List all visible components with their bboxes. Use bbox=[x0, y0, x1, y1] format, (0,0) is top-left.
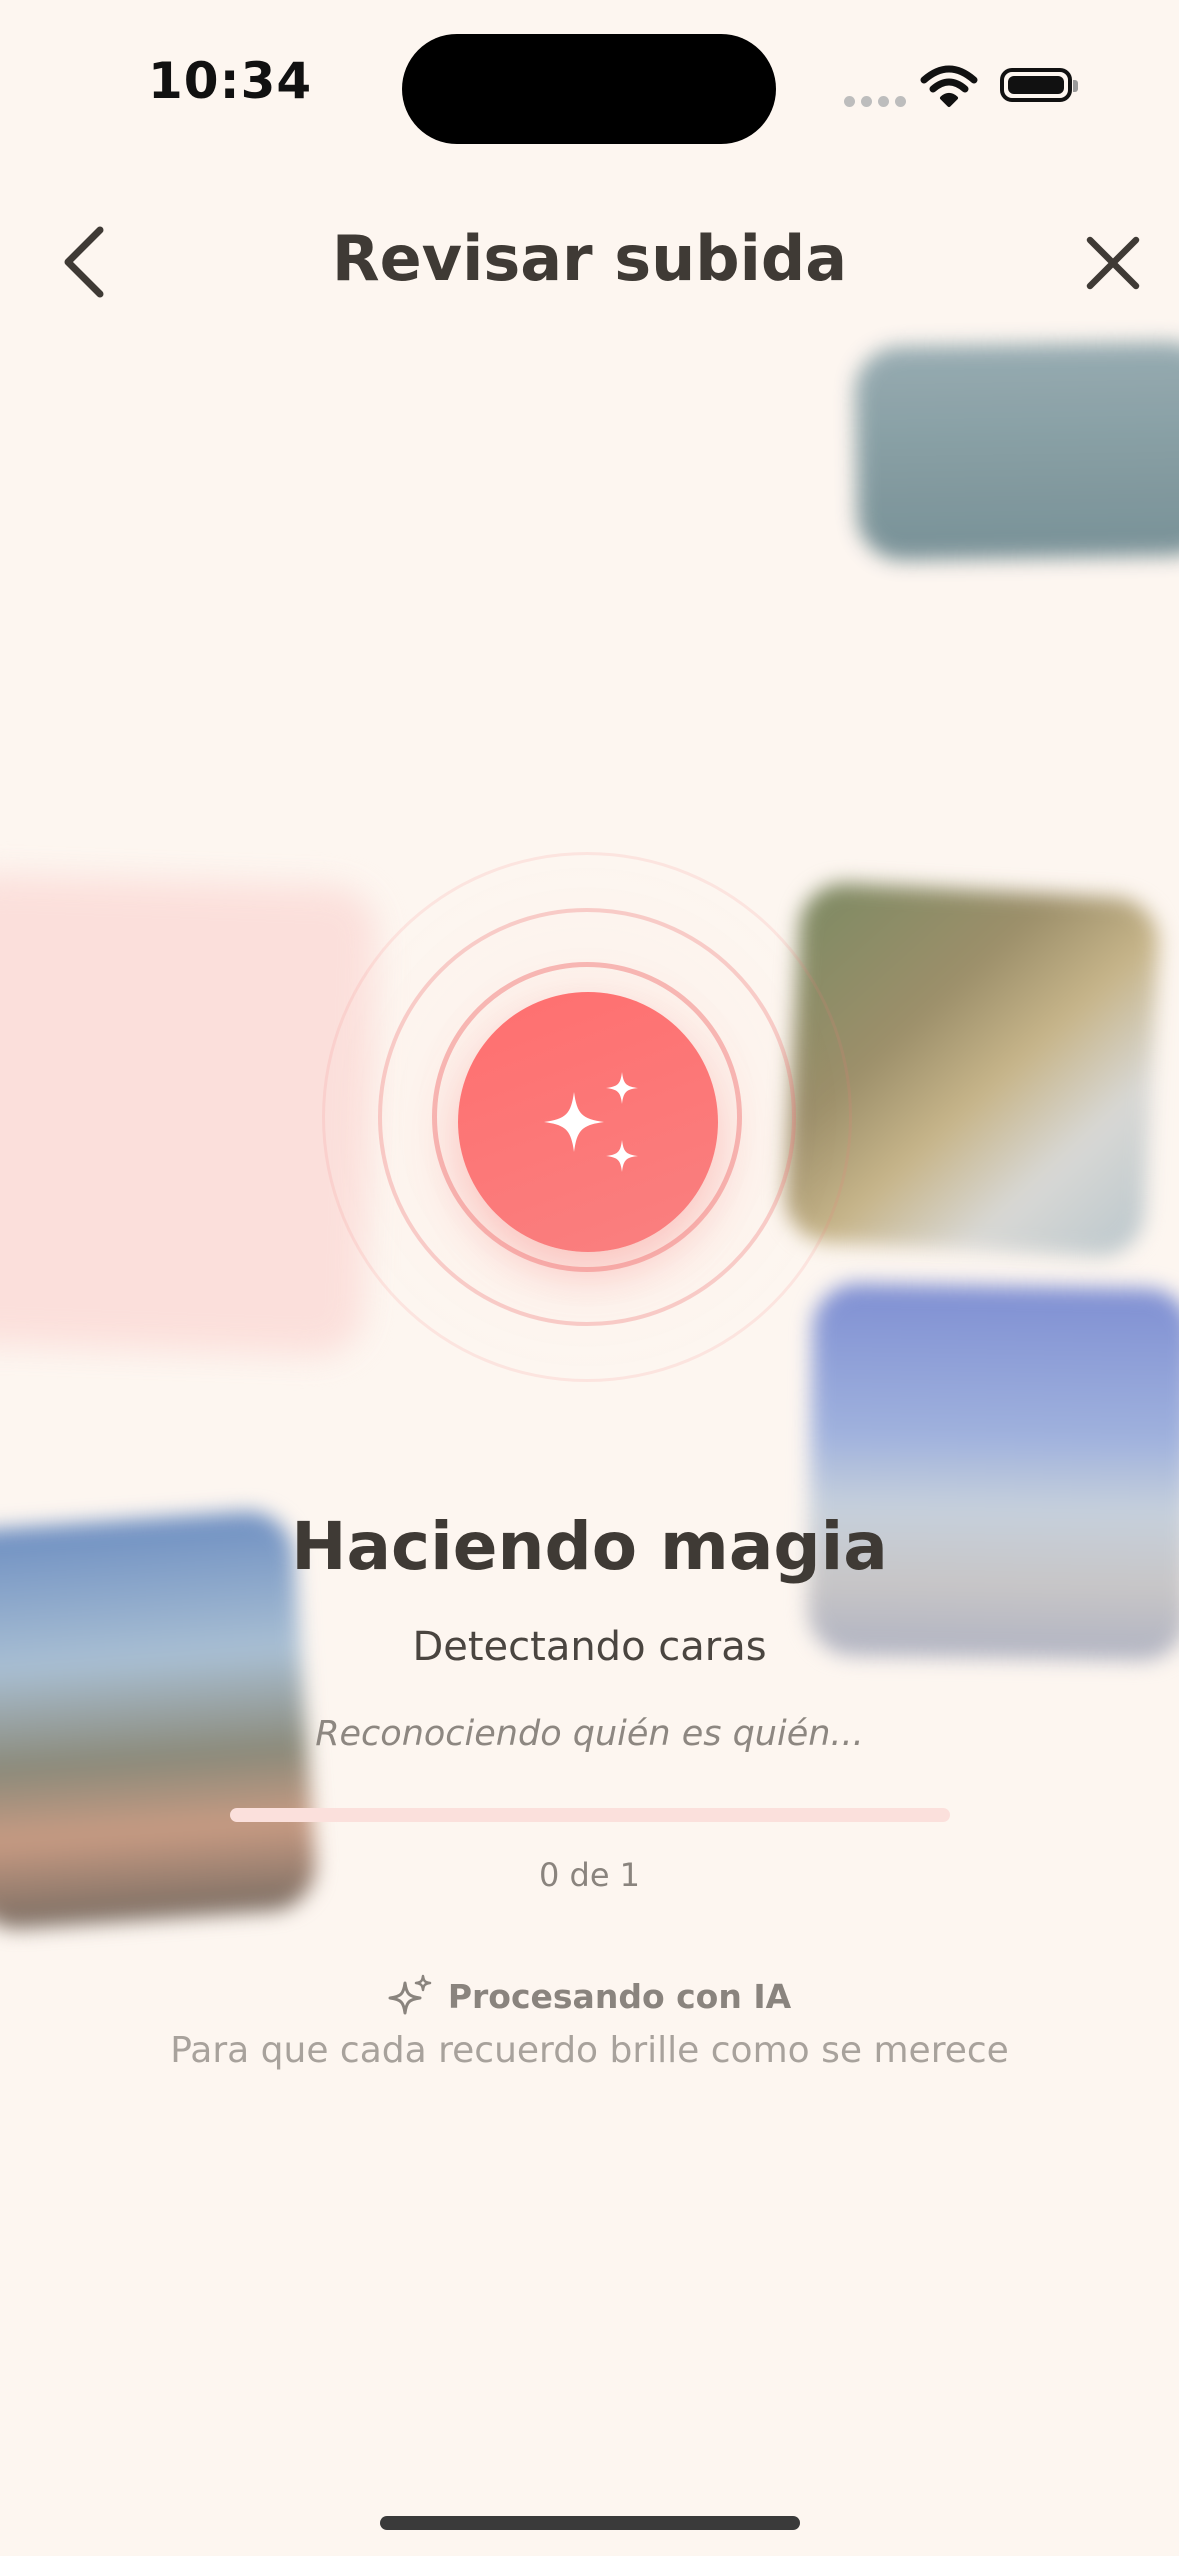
battery-icon bbox=[1000, 68, 1078, 102]
processing-step: Detectando caras bbox=[412, 1624, 767, 1670]
ai-label-text: Procesando con IA bbox=[447, 1976, 792, 2016]
signal-icon bbox=[844, 96, 906, 107]
status-time: 10:34 bbox=[148, 52, 313, 110]
sparkles-icon bbox=[544, 1072, 638, 1172]
photo-thumbnail bbox=[854, 340, 1179, 562]
page-title: Revisar subida bbox=[331, 222, 848, 295]
photo-thumbnail bbox=[806, 1282, 1179, 1662]
home-indicator bbox=[380, 2516, 800, 2530]
ai-processing-label: Procesando con IA bbox=[0, 1974, 1179, 2018]
dynamic-island bbox=[402, 34, 776, 144]
processing-heading: Haciendo magia bbox=[291, 1508, 888, 1585]
tagline: Para que cada recuerdo brille como se me… bbox=[170, 2030, 1009, 2071]
processing-description: Reconociendo quién es quién... bbox=[315, 1714, 864, 1754]
progress-bar bbox=[230, 1808, 950, 1822]
progress-count: 0 de 1 bbox=[538, 1856, 641, 1894]
close-icon[interactable] bbox=[1072, 222, 1154, 304]
wifi-icon bbox=[920, 65, 978, 107]
sparkles-outline-icon bbox=[388, 1974, 432, 2015]
